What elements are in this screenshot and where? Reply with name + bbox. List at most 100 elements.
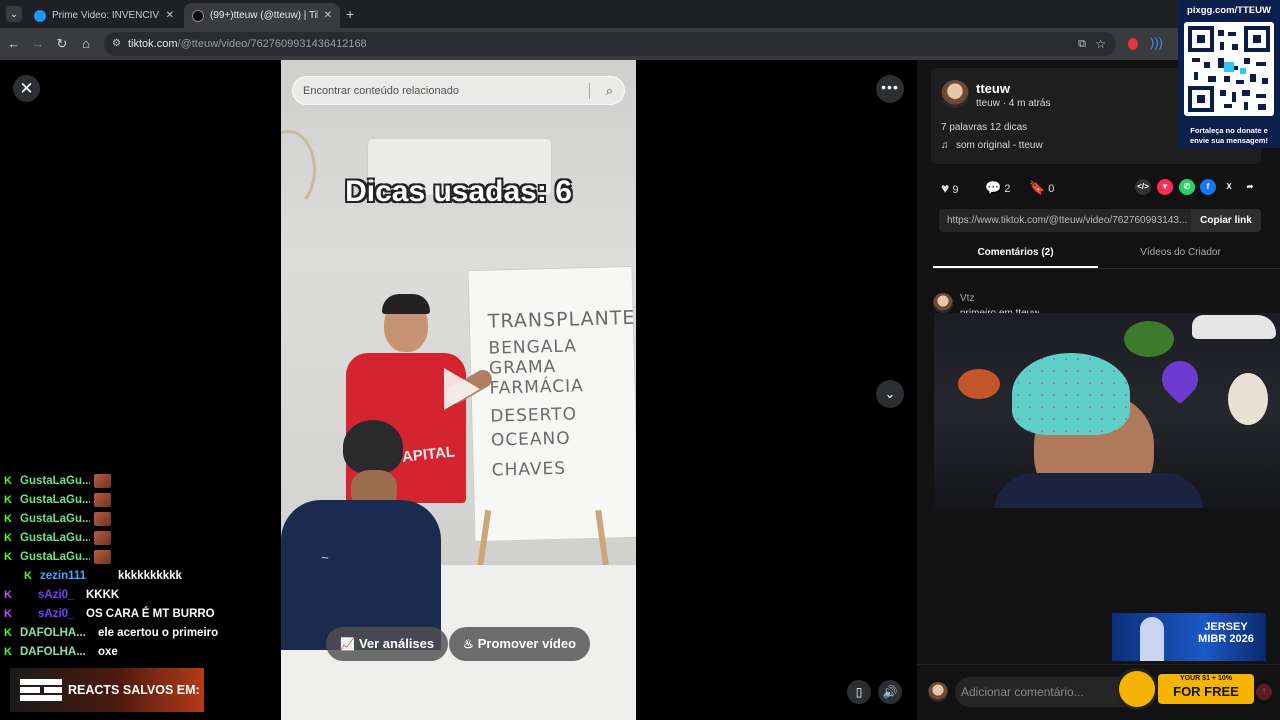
player-photo <box>1140 617 1164 661</box>
chat-emote <box>94 512 111 526</box>
chat-username[interactable]: GustaLaGu... <box>20 551 90 563</box>
video-link-field[interactable]: https://www.tiktok.com/@tteuw/video/7627… <box>939 209 1261 232</box>
helmet <box>1228 373 1268 425</box>
extension-icon[interactable] <box>1128 38 1138 50</box>
heart-icon: ♥ <box>941 180 950 196</box>
site-settings-icon[interactable]: ⚙ <box>112 32 121 56</box>
avatar[interactable] <box>941 80 969 108</box>
tab-tiktok[interactable]: (99+)tteuw (@tteuw) | TikTok ✕ <box>184 3 340 28</box>
chat-message: K GustaLaGu... <box>4 510 119 528</box>
donation-qr-overlay: pixgg.com/TTEUW Fortaleça no donate e en… <box>1178 0 1280 148</box>
tab-prime-video[interactable]: Prime Video: INVENCÍVEL - 3ª T ✕ <box>26 3 182 28</box>
chat-message: Kzezin111 kkkkkkkkkk <box>24 567 182 585</box>
kick-badge-icon: K <box>4 532 12 544</box>
bookmark-star-icon[interactable]: ☆ <box>1095 32 1106 56</box>
flame-icon: ♨ <box>463 637 474 651</box>
promo-badge[interactable]: YOUR $1 + 10% FOR FREE <box>1116 668 1258 710</box>
qr-code <box>1184 22 1274 116</box>
facebook-icon[interactable]: f <box>1200 179 1216 195</box>
chat-message: K GustaLaGu... <box>4 472 119 490</box>
promo-label: YOUR $1 + 10% FOR FREE <box>1158 674 1254 704</box>
post-comment-button[interactable]: ↑ <box>1256 684 1272 700</box>
chat-username[interactable]: DAFOLHA... <box>20 646 90 658</box>
author-meta: tteuw · 4 m atrás <box>976 98 1051 109</box>
forward-arrow-icon[interactable]: → <box>30 36 46 52</box>
device-swap-icon[interactable]: ▯ <box>847 680 871 704</box>
reacts-banner: REACTS SALVOS EM: <box>10 668 204 712</box>
close-tab-icon[interactable]: ✕ <box>324 10 332 21</box>
play-icon[interactable] <box>444 368 480 410</box>
chat-username[interactable]: sAzi0_ <box>38 608 78 620</box>
whatsapp-icon[interactable]: ✆ <box>1179 179 1195 195</box>
commenter-avatar[interactable] <box>933 293 953 313</box>
chat-username[interactable]: GustaLaGu... <box>20 532 90 544</box>
jersey-ad[interactable]: JERSEY MIBR 2026 <box>1112 613 1266 661</box>
kick-badge-icon: K <box>24 570 32 582</box>
chat-emote <box>94 550 111 564</box>
kick-badge-icon: K <box>4 513 12 525</box>
chat-message-text: KKKK <box>86 589 120 601</box>
related-content-search[interactable]: Encontrar conteúdo relacionado ⌕ <box>292 76 625 105</box>
like-button[interactable]: ♥ 9 <box>941 180 981 196</box>
whiteboard: TRANSPLANTE BENGALA GRAMA FARMÁCIA DESER… <box>467 265 636 543</box>
chat-message: K GustaLaGu... <box>4 491 119 509</box>
promote-video-button[interactable]: ♨ Promover vídeo <box>449 627 591 661</box>
bookmark-icon: 🔖 <box>1029 180 1046 195</box>
sound-link[interactable]: som original - tteuw <box>956 140 1043 151</box>
kick-badge-icon: K <box>4 494 12 506</box>
reload-icon[interactable]: ↻ <box>54 36 70 52</box>
comment-button[interactable]: 💬 2 <box>985 180 1025 196</box>
install-app-icon[interactable]: ⧉ <box>1078 32 1086 56</box>
chat-message-text: oxe <box>98 646 118 658</box>
chat-message: KsAzi0_ KKKK <box>4 586 119 604</box>
browser-toolbar: ← → ↻ ⌂ ⚙ tiktok.com/@tteuw/video/762760… <box>0 28 1280 60</box>
back-arrow-icon[interactable]: ← <box>6 36 22 52</box>
tiktok-icon <box>192 9 204 22</box>
chat-message: K GustaLaGu... <box>4 529 119 547</box>
more-options-icon[interactable]: ••• <box>876 75 904 103</box>
new-tab-button[interactable]: + <box>346 6 354 22</box>
video-player[interactable]: TRANSPLANTE BENGALA GRAMA FARMÁCIA DESER… <box>281 60 636 720</box>
post-description: 7 palavras 12 dicas <box>941 122 1028 133</box>
close-icon[interactable]: ✕ <box>13 75 40 102</box>
comment-icon: 💬 <box>985 180 1002 195</box>
chat-username[interactable]: GustaLaGu... <box>20 475 90 487</box>
kick-logo-icon <box>20 679 62 701</box>
tab-comments[interactable]: Comentários (2) <box>933 246 1098 268</box>
copy-link-button[interactable]: Copiar link <box>1191 209 1261 232</box>
chevron-down-icon[interactable]: ⌄ <box>876 380 904 408</box>
commenter-name[interactable]: Vtz <box>960 293 974 304</box>
chat-emote <box>94 493 111 507</box>
search-icon[interactable]: ⌕ <box>606 77 613 105</box>
send-to-friend-icon[interactable]: ▼ <box>1157 179 1173 195</box>
plant <box>1124 321 1174 357</box>
seated-person: ~ <box>281 420 441 720</box>
chat-username[interactable]: DAFOLHA... <box>20 627 90 639</box>
address-bar[interactable]: ⚙ tiktok.com/@tteuw/video/76276099314364… <box>104 32 1116 56</box>
chat-message-text: kkkkkkkkkk <box>118 570 182 582</box>
home-icon[interactable]: ⌂ <box>78 36 94 52</box>
x-icon[interactable]: X <box>1221 179 1237 195</box>
share-arrow-icon[interactable]: ➦ <box>1242 179 1258 195</box>
chat-username[interactable]: GustaLaGu... <box>20 513 90 525</box>
chat-message-text: ele acertou o primeiro <box>98 627 219 639</box>
author-username[interactable]: tteuw <box>976 81 1010 96</box>
volume-icon[interactable]: 🔊 <box>878 680 902 704</box>
chat-username[interactable]: GustaLaGu... <box>20 494 90 506</box>
car-model <box>1192 315 1276 339</box>
streamer-webcam <box>934 313 1280 508</box>
chat-message: KsAzi0_ OS CARA É MT BURRO <box>4 605 215 623</box>
sound-wave-icon[interactable]: ))) <box>1150 35 1163 50</box>
my-avatar <box>928 682 948 702</box>
chat-username[interactable]: zezin111 <box>40 570 110 582</box>
chart-icon: 📈 <box>340 637 355 651</box>
tab-search-button[interactable]: ⌄ <box>6 6 22 22</box>
save-button[interactable]: 🔖 0 <box>1029 180 1069 196</box>
close-tab-icon[interactable]: ✕ <box>166 10 174 21</box>
lamp <box>958 369 1000 399</box>
tab-creator-videos[interactable]: Vídeos do Criador <box>1098 246 1263 268</box>
embed-icon[interactable]: </> <box>1135 179 1151 195</box>
view-analytics-button[interactable]: 📈 Ver análises <box>326 627 449 661</box>
chat-username[interactable]: sAzi0_ <box>38 589 78 601</box>
video-caption-overlay: Dicas usadas: 6 <box>345 175 572 208</box>
